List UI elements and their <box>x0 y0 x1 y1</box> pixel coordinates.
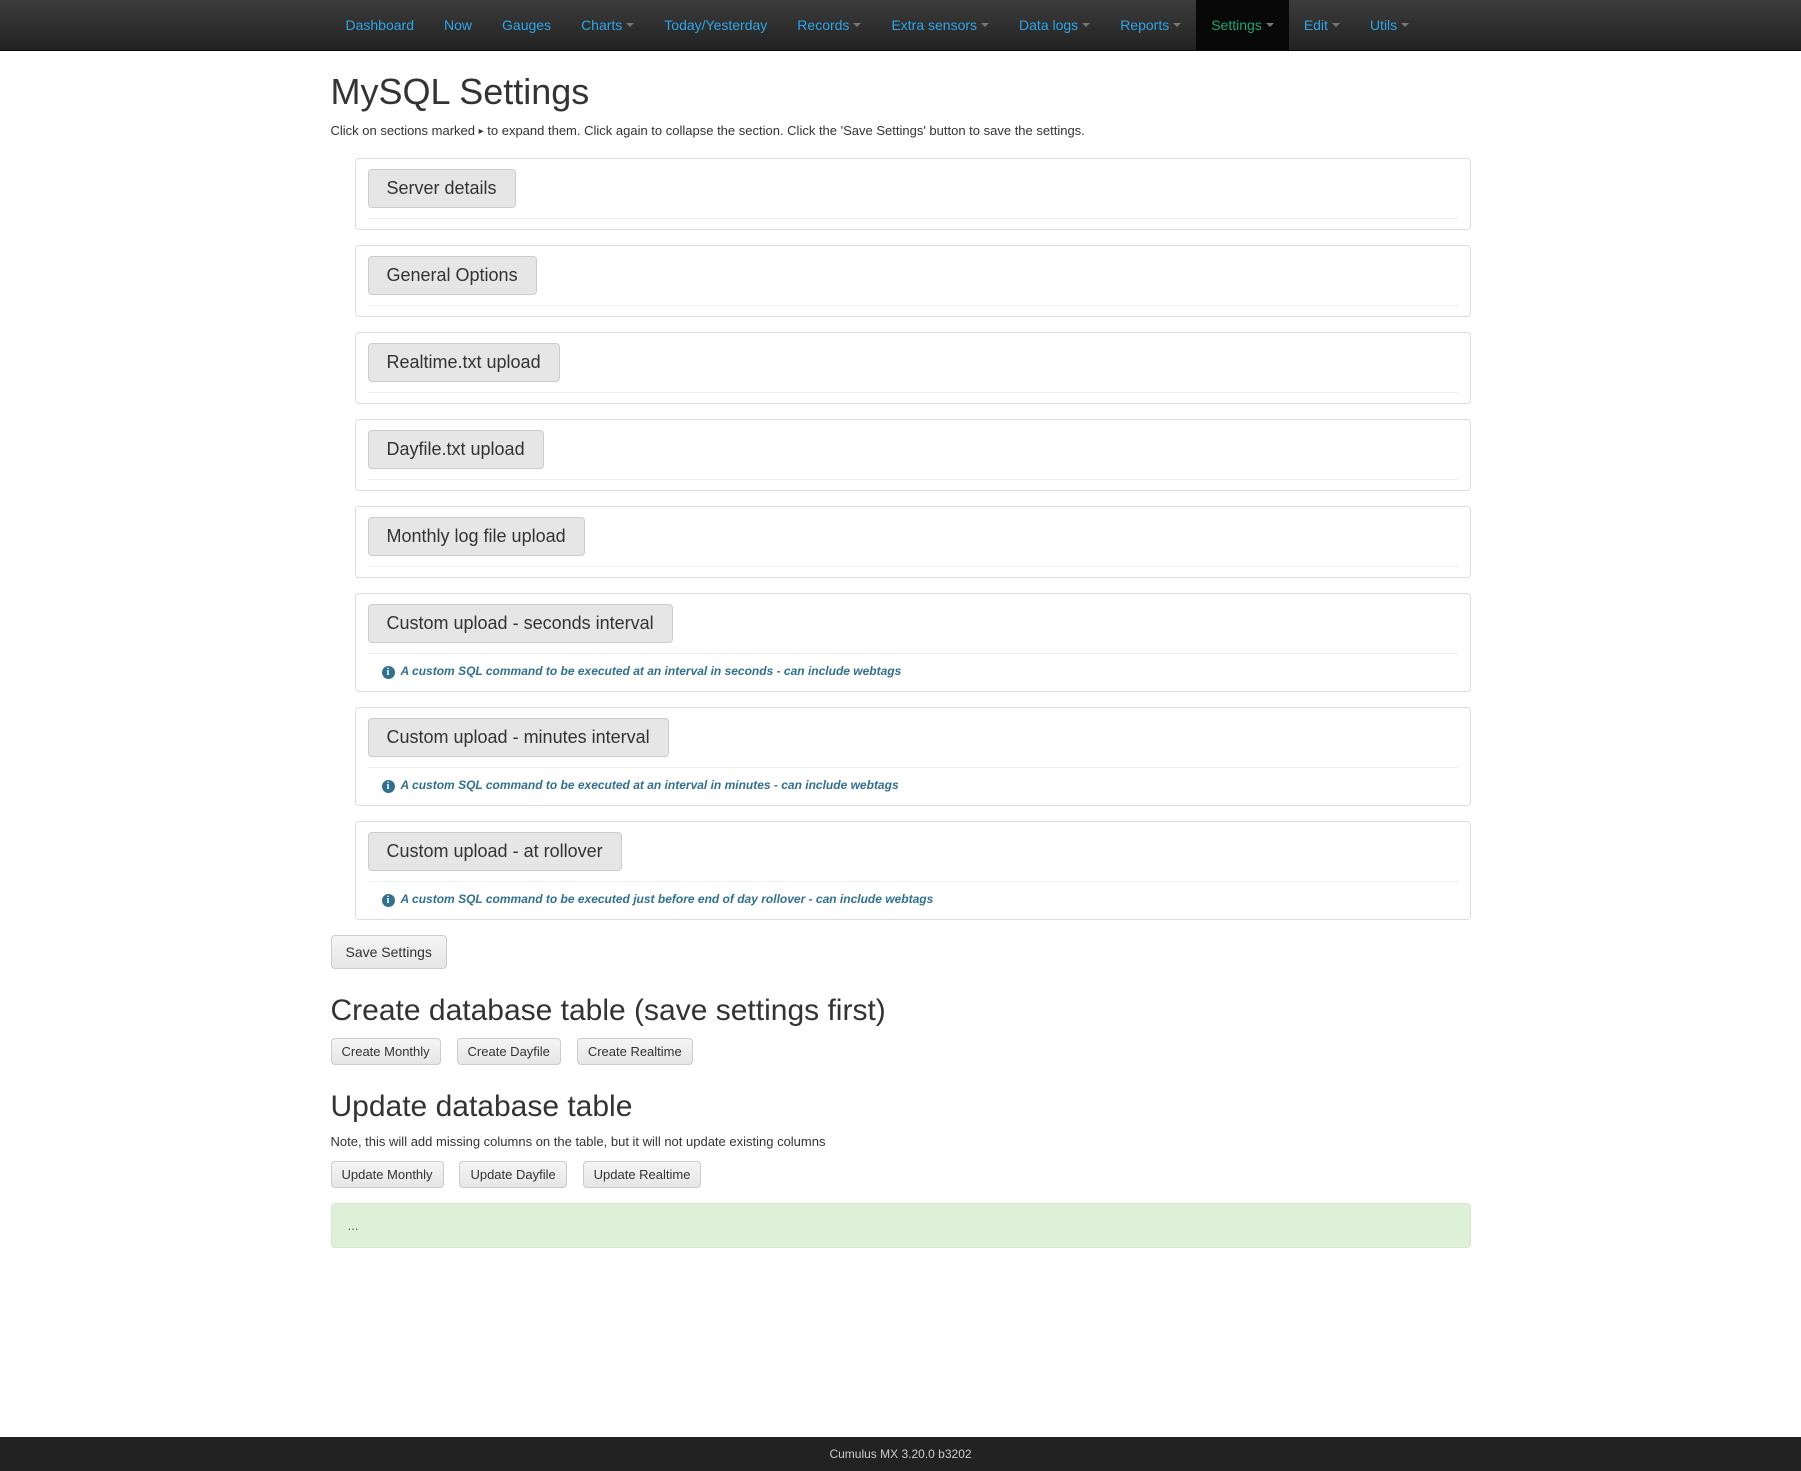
section-info: i A custom SQL command to be executed jus… <box>382 892 1458 907</box>
save-settings-button[interactable]: Save Settings <box>331 935 447 969</box>
section-info-text: A custom SQL command to be executed just… <box>401 892 934 906</box>
nav-item-label: Extra sensors <box>891 15 977 35</box>
nav-item-utils[interactable]: Utils <box>1355 0 1424 50</box>
update-realtime-button[interactable]: Update Realtime <box>583 1161 702 1188</box>
nav-item-label: Records <box>797 15 849 35</box>
page-help-text: Click on sections marked ▸ to expand the… <box>331 123 1471 138</box>
chevron-down-icon <box>1401 23 1409 27</box>
panel-divider <box>368 881 1458 882</box>
settings-panel: General Options <box>355 245 1471 317</box>
section-info-text: A custom SQL command to be executed at a… <box>401 778 899 792</box>
panel-divider <box>368 218 1458 219</box>
create-table-heading: Create database table (save settings fir… <box>331 994 1471 1028</box>
nav-item-label: Utils <box>1370 15 1397 35</box>
section-toggle[interactable]: General Options <box>368 256 537 295</box>
settings-panel: Monthly log file upload <box>355 506 1471 578</box>
nav-item-label: Dashboard <box>346 15 415 35</box>
section-toggle[interactable]: Realtime.txt upload <box>368 343 560 382</box>
main-navbar: Dashboard Now Gauges Charts Today/Yesterday R… <box>0 0 1801 51</box>
section-toggle[interactable]: Server details <box>368 169 516 208</box>
update-monthly-button[interactable]: Update Monthly <box>331 1161 444 1188</box>
section-toggle[interactable]: Custom upload - minutes interval <box>368 718 669 757</box>
nav-item-label: Settings <box>1211 15 1262 35</box>
nav-item-reports[interactable]: Reports <box>1105 0 1196 50</box>
info-icon: i <box>382 666 395 679</box>
section-toggle[interactable]: Custom upload - at rollover <box>368 832 622 871</box>
chevron-down-icon <box>1332 23 1340 27</box>
settings-panel: Server details <box>355 158 1471 230</box>
settings-panel: Realtime.txt upload <box>355 332 1471 404</box>
nav-item-label: Reports <box>1120 15 1169 35</box>
section-info: i A custom SQL command to be executed at … <box>382 664 1458 679</box>
section-toggle[interactable]: Custom upload - seconds interval <box>368 604 673 643</box>
nav-item-gauges[interactable]: Gauges <box>487 0 566 50</box>
settings-panel: Dayfile.txt upload <box>355 419 1471 491</box>
chevron-down-icon <box>853 23 861 27</box>
nav-item-label: Data logs <box>1019 15 1078 35</box>
chevron-down-icon <box>1266 23 1274 27</box>
update-table-heading: Update database table <box>331 1090 1471 1124</box>
info-icon: i <box>382 894 395 907</box>
nav-item-records[interactable]: Records <box>782 0 876 50</box>
settings-panel: Custom upload - at rollover i A custom SQL… <box>355 821 1471 920</box>
nav-item-label: Now <box>444 15 472 35</box>
chevron-down-icon <box>1173 23 1181 27</box>
panel-divider <box>368 392 1458 393</box>
info-icon: i <box>382 780 395 793</box>
nav-item-label: Charts <box>581 15 622 35</box>
nav-item-dashboard[interactable]: Dashboard <box>331 0 430 50</box>
panel-divider <box>368 305 1458 306</box>
nav-item-label: Today/Yesterday <box>664 15 767 35</box>
section-info: i A custom SQL command to be executed at … <box>382 778 1458 793</box>
settings-panel: Custom upload - minutes interval i A custo… <box>355 707 1471 806</box>
create-dayfile-button[interactable]: Create Dayfile <box>457 1038 561 1065</box>
chevron-down-icon <box>626 23 634 27</box>
update-table-note: Note, this will add missing columns on t… <box>331 1134 1471 1149</box>
create-realtime-button[interactable]: Create Realtime <box>577 1038 693 1065</box>
chevron-down-icon <box>981 23 989 27</box>
footer-version: Cumulus MX 3.20.0 b3202 <box>829 1447 971 1461</box>
panel-divider <box>368 566 1458 567</box>
nav-item-label: Gauges <box>502 15 551 35</box>
nav-item-charts[interactable]: Charts <box>566 0 649 50</box>
panel-divider <box>368 479 1458 480</box>
page-title: MySQL Settings <box>331 71 1471 113</box>
nav-item-edit[interactable]: Edit <box>1289 0 1355 50</box>
update-dayfile-button[interactable]: Update Dayfile <box>459 1161 566 1188</box>
nav-item-today-yesterday[interactable]: Today/Yesterday <box>649 0 782 50</box>
chevron-down-icon <box>1082 23 1090 27</box>
panel-divider <box>368 653 1458 654</box>
nav-item-now[interactable]: Now <box>429 0 487 50</box>
settings-panel: Custom upload - seconds interval i A custo… <box>355 593 1471 692</box>
section-toggle[interactable]: Monthly log file upload <box>368 517 585 556</box>
nav-item-data-logs[interactable]: Data logs <box>1004 0 1105 50</box>
footer: Cumulus MX 3.20.0 b3202 <box>0 1437 1801 1471</box>
nav-item-extra-sensors[interactable]: Extra sensors <box>876 0 1004 50</box>
panel-divider <box>368 767 1458 768</box>
nav-item-settings[interactable]: Settings <box>1196 0 1289 50</box>
section-toggle[interactable]: Dayfile.txt upload <box>368 430 544 469</box>
section-info-text: A custom SQL command to be executed at a… <box>401 664 902 678</box>
nav-item-label: Edit <box>1304 15 1328 35</box>
status-alert: ... <box>331 1203 1471 1248</box>
create-monthly-button[interactable]: Create Monthly <box>331 1038 441 1065</box>
